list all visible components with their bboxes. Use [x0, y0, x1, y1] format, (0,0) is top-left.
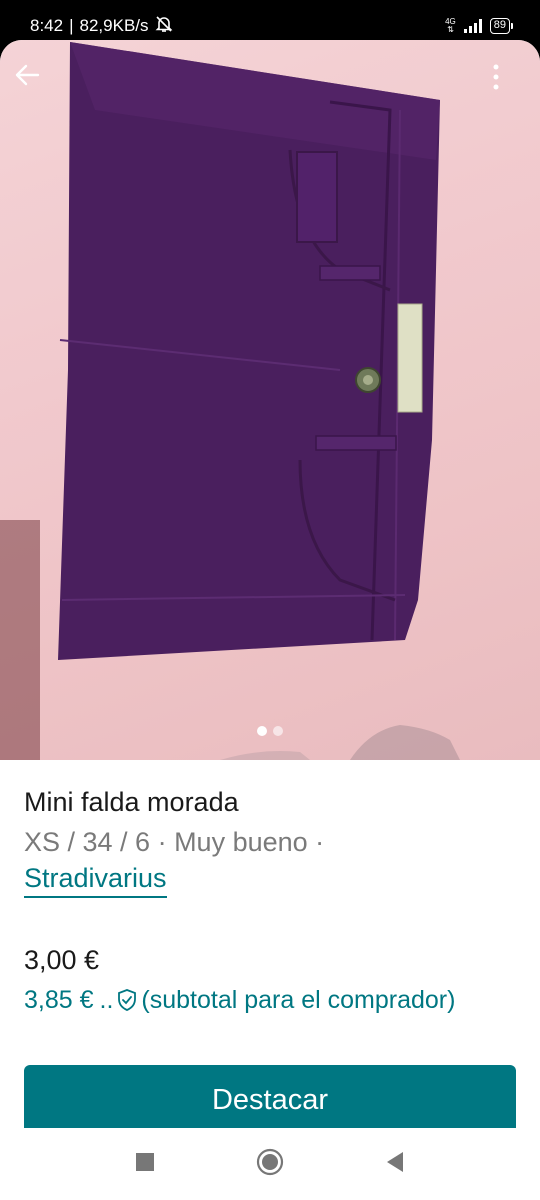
status-left: 8:42 | 82,9KB/s: [30, 15, 173, 38]
item-detail-screen: Mini falda morada XS / 34 / 6 · Muy buen…: [0, 40, 540, 1128]
system-back-button[interactable]: [380, 1149, 410, 1179]
network-indicator: 4G ⇅: [445, 18, 456, 34]
buyer-price: 3,85 €: [24, 986, 94, 1014]
status-speed: 82,9KB/s: [79, 16, 149, 35]
buyer-subtotal-note: (subtotal para el comprador): [141, 986, 456, 1014]
more-options-button[interactable]: [492, 62, 522, 102]
item-meta: XS / 34 / 6 · Muy bueno ·: [24, 827, 325, 857]
skirt-image: [0, 42, 460, 760]
circle-icon: [256, 1148, 284, 1181]
bell-off-icon: [155, 15, 173, 38]
signal-icon: [463, 19, 482, 33]
item-details: Mini falda morada XS / 34 / 6 · Muy buen…: [24, 784, 516, 1018]
navigation-bar: [0, 1128, 540, 1200]
triangle-left-icon: [385, 1151, 405, 1178]
item-price: 3,00 €: [24, 945, 100, 975]
status-right: 4G ⇅ 89: [445, 18, 514, 34]
carousel-dot-active[interactable]: [257, 726, 267, 736]
square-icon: [135, 1152, 155, 1177]
battery-icon: 89: [489, 18, 514, 34]
back-button[interactable]: [14, 62, 54, 102]
data-arrows-icon: ⇅: [447, 25, 454, 34]
carousel-dot[interactable]: [273, 726, 283, 736]
status-separator: |: [69, 16, 74, 35]
highlight-button[interactable]: Destacar: [24, 1065, 516, 1128]
buyer-price-row[interactable]: 3,85 € .. (subtotal para el comprador): [24, 982, 516, 1018]
buyer-ellipsis: ..: [99, 986, 114, 1014]
shield-check-icon: [115, 988, 139, 1012]
status-time: 8:42: [30, 16, 64, 35]
product-photo[interactable]: [0, 40, 540, 760]
item-title: Mini falda morada: [24, 787, 239, 817]
brand-link[interactable]: Stradivarius: [24, 860, 167, 898]
battery-level: 89: [493, 19, 506, 31]
home-button[interactable]: [255, 1148, 285, 1181]
recent-apps-button[interactable]: [130, 1149, 160, 1179]
carousel-indicator: [0, 726, 540, 736]
